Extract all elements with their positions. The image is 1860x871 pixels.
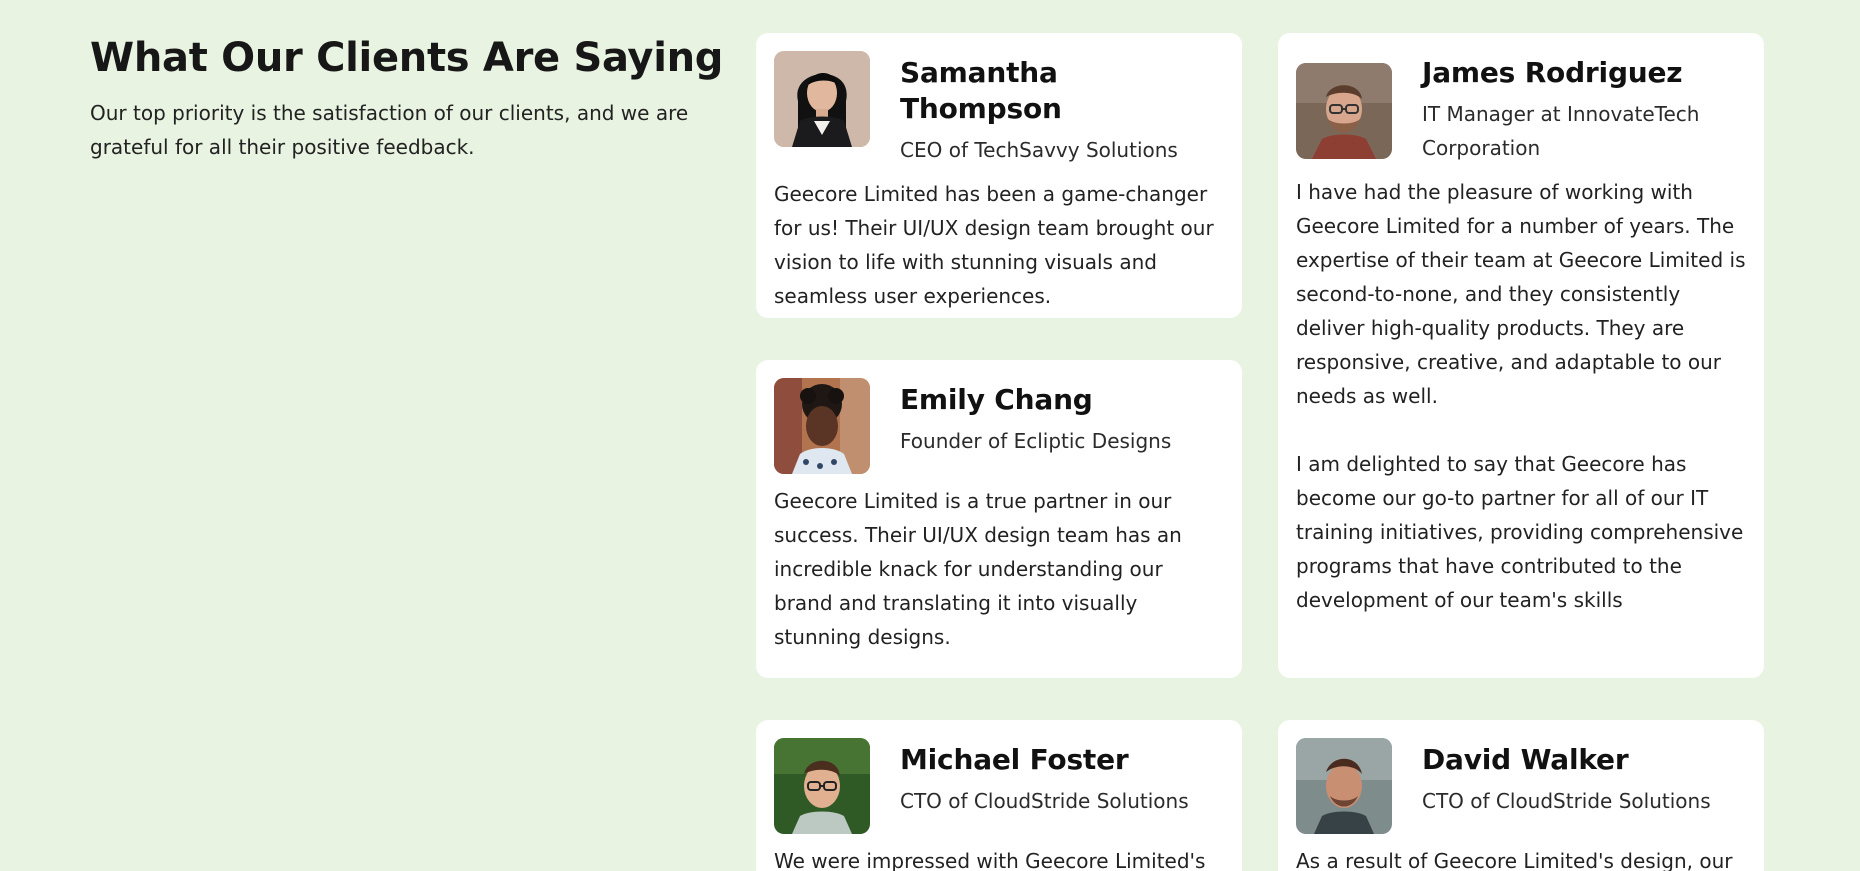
testimonial-quote: Geecore Limited is a true partner in our…	[774, 489, 1182, 649]
testimonial-header: James Rodriguez IT Manager at InnovateTe…	[1296, 51, 1746, 165]
testimonials-page: What Our Clients Are Saying Our top prio…	[0, 0, 1860, 871]
avatar-david-walker	[1296, 738, 1392, 834]
testimonial-card-james-rodriguez: James Rodriguez IT Manager at InnovateTe…	[1278, 33, 1764, 678]
section-title: What Our Clients Are Saying	[90, 35, 724, 81]
avatar-james-rodriguez	[1296, 63, 1392, 159]
section-subtitle: Our top priority is the satisfaction of …	[90, 101, 689, 159]
testimonial-card-samantha-thompson: Samantha Thompson CEO of TechSavvy Solut…	[756, 33, 1242, 318]
person-name: Samantha Thompson	[900, 56, 1062, 125]
testimonial-quote: Geecore Limited has been a game-changer …	[774, 182, 1214, 308]
person-role: CTO of CloudStride Solutions	[900, 789, 1189, 813]
testimonial-header: Samantha Thompson CEO of TechSavvy Solut…	[774, 51, 1224, 167]
person-role: CTO of CloudStride Solutions	[1422, 789, 1711, 813]
avatar-samantha-thompson	[774, 51, 870, 147]
testimonial-person: Emily Chang Founder of Ecliptic Designs	[900, 378, 1171, 458]
testimonial-person: David Walker CTO of CloudStride Solution…	[1422, 738, 1711, 818]
person-role: Founder of Ecliptic Designs	[900, 429, 1172, 453]
testimonial-quote: We were impressed with Geecore Limited's	[774, 849, 1206, 871]
testimonial-person: Michael Foster CTO of CloudStride Soluti…	[900, 738, 1189, 818]
avatar-michael-foster	[774, 738, 870, 834]
person-name: David Walker	[1422, 743, 1629, 776]
testimonial-card-emily-chang: Emily Chang Founder of Ecliptic Designs …	[756, 360, 1242, 678]
testimonial-person: Samantha Thompson CEO of TechSavvy Solut…	[900, 51, 1224, 167]
person-role: IT Manager at InnovateTech Corporation	[1422, 102, 1700, 160]
testimonial-card-michael-foster: Michael Foster CTO of CloudStride Soluti…	[756, 720, 1242, 871]
testimonial-quote: I have had the pleasure of working with …	[1296, 180, 1746, 612]
testimonial-header: Emily Chang Founder of Ecliptic Designs	[774, 378, 1224, 474]
person-role: CEO of TechSavvy Solutions	[900, 138, 1178, 162]
testimonial-quote: As a result of Geecore Limited's design,…	[1296, 849, 1733, 871]
avatar-emily-chang	[774, 378, 870, 474]
person-name: Michael Foster	[900, 743, 1129, 776]
testimonial-header: Michael Foster CTO of CloudStride Soluti…	[774, 738, 1224, 834]
testimonial-person: James Rodriguez IT Manager at InnovateTe…	[1422, 51, 1746, 165]
testimonials-intro: What Our Clients Are Saying Our top prio…	[90, 34, 740, 164]
person-name: James Rodriguez	[1422, 56, 1683, 89]
testimonial-header: David Walker CTO of CloudStride Solution…	[1296, 738, 1746, 834]
person-name: Emily Chang	[900, 383, 1093, 416]
testimonial-card-david-walker: David Walker CTO of CloudStride Solution…	[1278, 720, 1764, 871]
